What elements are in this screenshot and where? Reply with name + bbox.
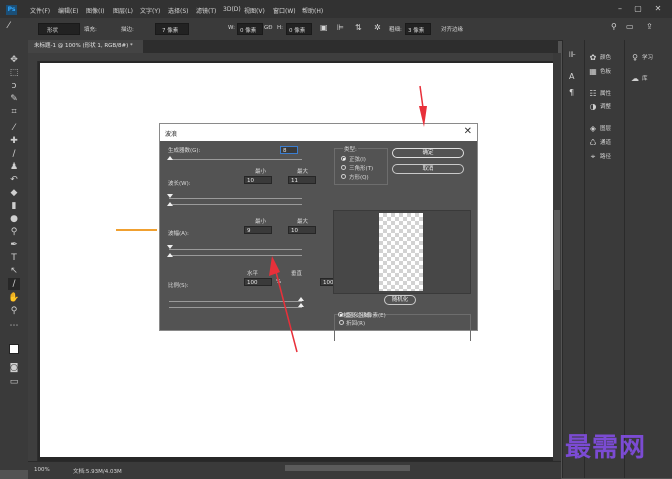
watermark: 最需网 (565, 433, 647, 463)
arrow-to-amplitude (269, 256, 298, 353)
annotation-arrows (269, 85, 427, 353)
arrow-to-ok-button (419, 85, 427, 127)
